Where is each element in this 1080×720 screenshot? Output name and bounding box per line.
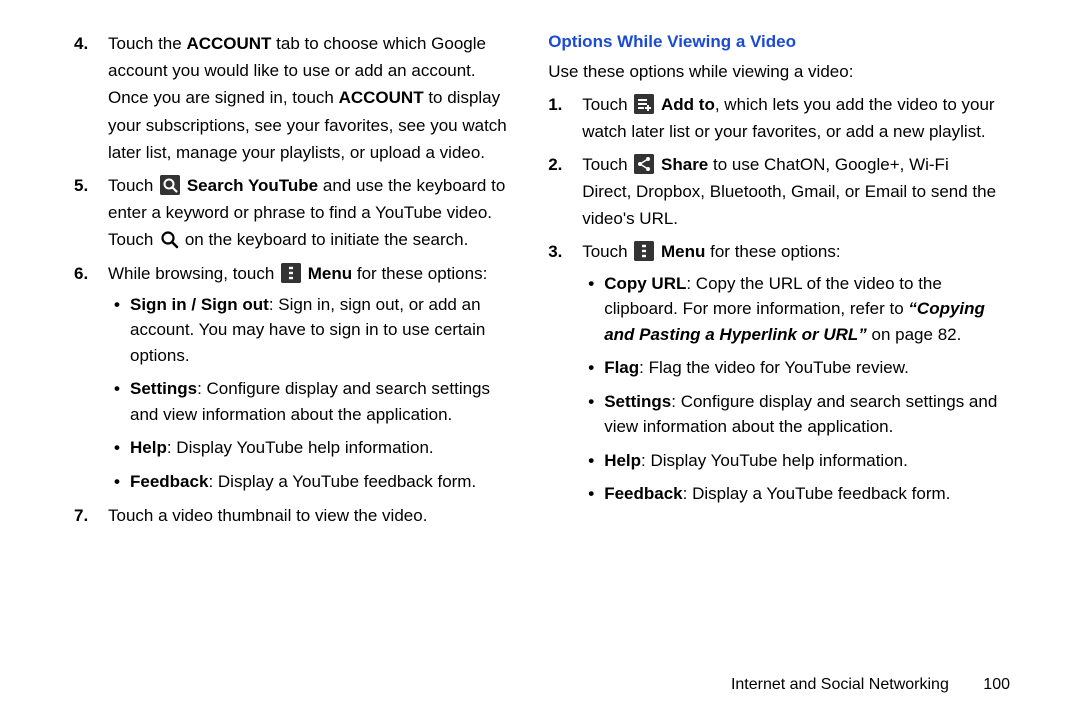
list-marker: 5. bbox=[74, 172, 88, 199]
list-marker: 3. bbox=[548, 238, 562, 265]
list-marker: 2. bbox=[548, 151, 562, 178]
text-run: Feedback bbox=[604, 484, 682, 503]
footer-section: Internet and Social Networking bbox=[731, 676, 949, 693]
menu-icon bbox=[634, 241, 654, 261]
search-icon bbox=[160, 230, 178, 248]
page-footer: Internet and Social Networking 100 bbox=[731, 676, 1010, 694]
share-icon bbox=[634, 154, 654, 174]
list-item: 2. Touch Share to use ChatON, Google+, Wi… bbox=[548, 151, 1000, 233]
bullet-item: Settings: Configure display and search s… bbox=[588, 389, 1000, 440]
section-intro: Use these options while viewing a video: bbox=[548, 59, 1000, 85]
list-body: While browsing, touch Menu for these opt… bbox=[108, 264, 487, 283]
text-run: Help bbox=[130, 438, 167, 457]
bullet-list: Copy URL: Copy the URL of the video to t… bbox=[582, 271, 1000, 507]
text-run: Touch bbox=[582, 95, 632, 114]
text-run: Touch the bbox=[108, 34, 186, 53]
text-run: : Flag the video for YouTube review. bbox=[639, 358, 909, 377]
text-run: While browsing, touch bbox=[108, 264, 279, 283]
list-marker: 7. bbox=[74, 502, 88, 529]
bullet-list: Sign in / Sign out: Sign in, sign out, o… bbox=[108, 292, 520, 495]
text-run: : Display a YouTube feedback form. bbox=[683, 484, 951, 503]
text-run: Touch bbox=[108, 176, 158, 195]
text-run: Flag bbox=[604, 358, 639, 377]
text-run: Help bbox=[604, 451, 641, 470]
bullet-item: Sign in / Sign out: Sign in, sign out, o… bbox=[114, 292, 520, 369]
list-item: 7. Touch a video thumbnail to view the vi… bbox=[74, 502, 520, 529]
bullet-item: Help: Display YouTube help information. bbox=[588, 448, 1000, 474]
text-run: Menu bbox=[661, 242, 705, 261]
text-run: on page 82. bbox=[867, 325, 962, 344]
menu-icon bbox=[281, 263, 301, 283]
list-marker: 1. bbox=[548, 91, 562, 118]
list-item: 1. Touch Add to, which lets you add the v… bbox=[548, 91, 1000, 145]
list-body: Touch Menu for these options: bbox=[582, 242, 840, 261]
text-run: on the keyboard to initiate the search. bbox=[180, 230, 468, 249]
list-body: Touch Add to, which lets you add the vid… bbox=[582, 95, 994, 141]
bullet-item: Help: Display YouTube help information. bbox=[114, 435, 520, 461]
text-run: Sign in / Sign out bbox=[130, 295, 269, 314]
text-run: Touch bbox=[582, 155, 632, 174]
text-run: Touch a video thumbnail to view the vide… bbox=[108, 506, 427, 525]
list-body: Touch Share to use ChatON, Google+, Wi-F… bbox=[582, 155, 996, 228]
search-box-icon bbox=[160, 175, 180, 195]
section-heading: Options While Viewing a Video bbox=[548, 32, 1000, 52]
text-run: for these options: bbox=[352, 264, 487, 283]
bullet-item: Flag: Flag the video for YouTube review. bbox=[588, 355, 1000, 381]
text-run: ACCOUNT bbox=[186, 34, 271, 53]
bullet-item: Feedback: Display a YouTube feedback for… bbox=[588, 481, 1000, 507]
bullet-item: Copy URL: Copy the URL of the video to t… bbox=[588, 271, 1000, 348]
right-numbered-list: 1. Touch Add to, which lets you add the v… bbox=[548, 91, 1000, 507]
add-to-icon bbox=[634, 94, 654, 114]
text-run: : Display a YouTube feedback form. bbox=[208, 472, 476, 491]
list-item: 6. While browsing, touch Menu for these o… bbox=[74, 260, 520, 495]
list-item: 3. Touch Menu for these options: Copy URL:… bbox=[548, 238, 1000, 506]
bullet-item: Settings: Configure display and search s… bbox=[114, 376, 520, 427]
text-run: Settings bbox=[130, 379, 197, 398]
page: 4. Touch the ACCOUNT tab to choose which … bbox=[0, 0, 1080, 720]
left-numbered-list: 4. Touch the ACCOUNT tab to choose which … bbox=[74, 30, 520, 529]
footer-page-number: 100 bbox=[983, 676, 1010, 694]
bullet-item: Feedback: Display a YouTube feedback for… bbox=[114, 469, 520, 495]
text-run: ACCOUNT bbox=[339, 88, 424, 107]
text-run: Search YouTube bbox=[187, 176, 318, 195]
list-body: Touch the ACCOUNT tab to choose which Go… bbox=[108, 34, 507, 162]
text-run: for these options: bbox=[705, 242, 840, 261]
text-run: Menu bbox=[308, 264, 352, 283]
right-column: Options While Viewing a Video Use these … bbox=[530, 30, 1010, 710]
text-run: : Display YouTube help information. bbox=[641, 451, 908, 470]
text-run: Add to bbox=[661, 95, 715, 114]
text-run: Feedback bbox=[130, 472, 208, 491]
list-item: 5. Touch Search YouTube and use the keybo… bbox=[74, 172, 520, 254]
left-column: 4. Touch the ACCOUNT tab to choose which … bbox=[50, 30, 530, 710]
text-run: Share bbox=[661, 155, 708, 174]
list-item: 4. Touch the ACCOUNT tab to choose which … bbox=[74, 30, 520, 166]
list-marker: 6. bbox=[74, 260, 88, 287]
text-run: Touch bbox=[582, 242, 632, 261]
list-marker: 4. bbox=[74, 30, 88, 57]
text-run: Settings bbox=[604, 392, 671, 411]
text-run: : Display YouTube help information. bbox=[167, 438, 434, 457]
list-body: Touch Search YouTube and use the keyboar… bbox=[108, 176, 505, 249]
list-body: Touch a video thumbnail to view the vide… bbox=[108, 506, 427, 525]
text-run: Copy URL bbox=[604, 274, 686, 293]
